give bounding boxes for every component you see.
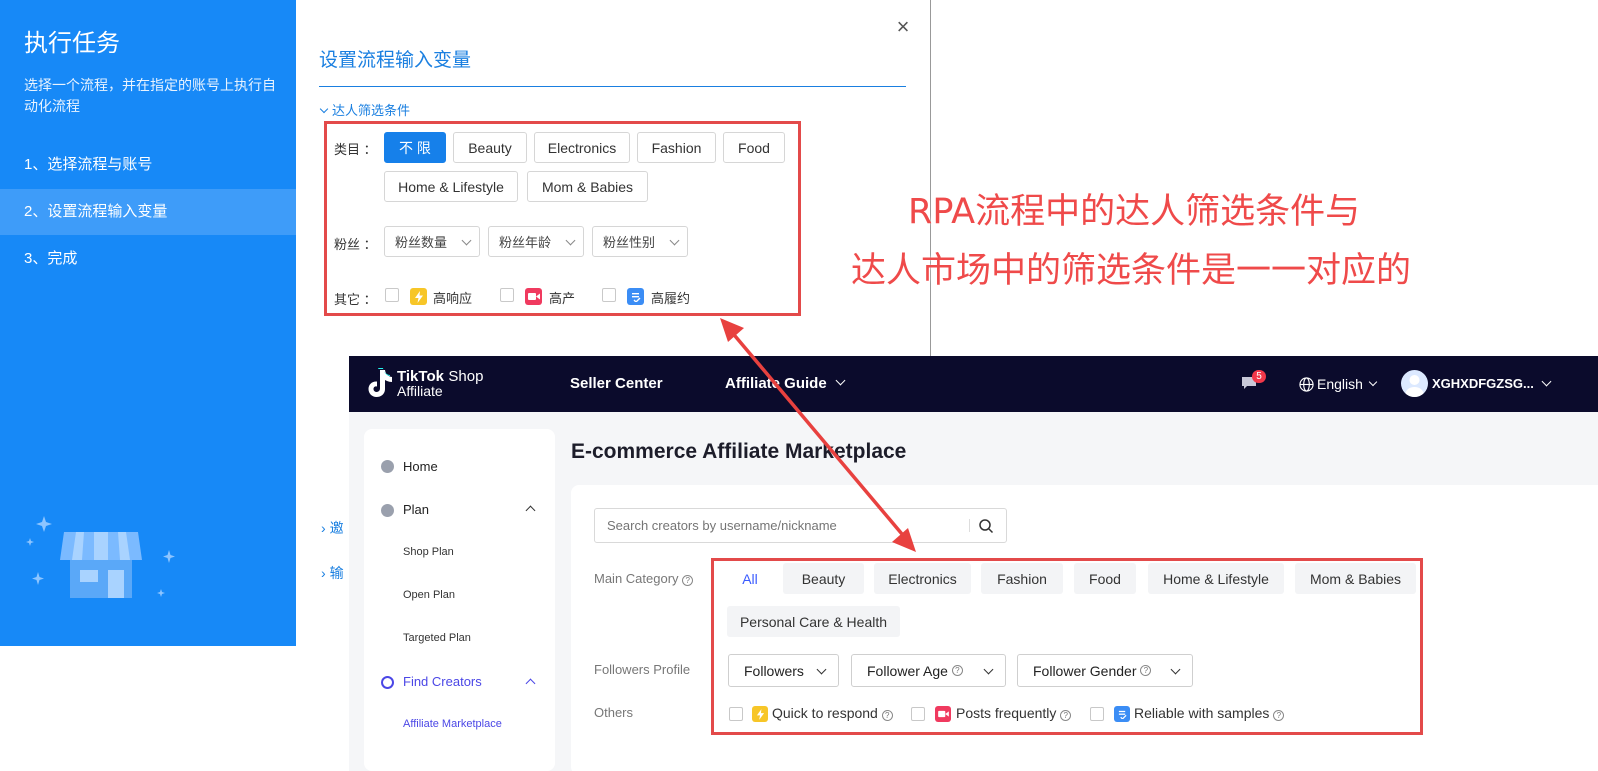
sidebar-item-targeted-plan[interactable]: Targeted Plan bbox=[403, 632, 471, 644]
tiktok-affiliate-window: TikTok Shop Affiliate Seller Center Affi… bbox=[349, 356, 1598, 771]
collapsed-section-label: 邀 bbox=[329, 520, 344, 536]
language-selector[interactable]: English bbox=[1299, 376, 1378, 392]
chevron-right-icon: › bbox=[321, 565, 326, 581]
close-icon[interactable]: × bbox=[893, 16, 913, 38]
sidebar-item-plan[interactable]: Plan bbox=[403, 502, 429, 517]
collapsed-section-label: 输 bbox=[329, 565, 344, 581]
avatar[interactable] bbox=[1401, 370, 1428, 397]
home-icon bbox=[381, 460, 394, 473]
tiktok-shop-affiliate-logo: TikTok Shop Affiliate bbox=[397, 368, 484, 399]
nav-affiliate-guide[interactable]: Affiliate Guide bbox=[725, 375, 846, 392]
notification-badge: 5 bbox=[1252, 370, 1266, 383]
wizard-title: 执行任务 bbox=[24, 30, 120, 57]
shop-illustration-icon bbox=[26, 516, 175, 598]
main-category-label-text: Main Category bbox=[594, 571, 679, 586]
nav-affiliate-guide-label: Affiliate Guide bbox=[725, 375, 827, 392]
sidebar-item-home[interactable]: Home bbox=[403, 459, 438, 474]
top-navbar: TikTok Shop Affiliate Seller Center Affi… bbox=[349, 356, 1598, 412]
chevron-down-icon[interactable] bbox=[1541, 376, 1552, 387]
sidebar-item-open-plan[interactable]: Open Plan bbox=[403, 589, 455, 601]
chevron-down-icon bbox=[1368, 377, 1378, 387]
page-title: E-commerce Affiliate Marketplace bbox=[571, 440, 907, 463]
highlight-box-dialog bbox=[324, 121, 801, 316]
others-label: Others bbox=[594, 705, 634, 720]
wizard-step-3[interactable]: 3、完成 bbox=[0, 236, 296, 282]
logo-affiliate: Affiliate bbox=[397, 383, 443, 399]
globe-icon bbox=[1299, 376, 1314, 392]
nav-seller-center[interactable]: Seller Center bbox=[570, 375, 663, 392]
sidebar-item-find-creators[interactable]: Find Creators bbox=[403, 674, 482, 689]
annotation-line-1: RPA流程中的达人筛选条件与 bbox=[908, 192, 1361, 232]
chevron-right-icon: › bbox=[321, 520, 326, 536]
main-category-label: Main Category ? bbox=[594, 571, 694, 586]
title-underline bbox=[319, 86, 906, 87]
help-icon: ? bbox=[682, 575, 694, 586]
chevron-down-icon bbox=[319, 104, 329, 114]
wizard-step-1[interactable]: 1、选择流程与账号 bbox=[0, 142, 296, 188]
wizard-sidebar: 执行任务 选择一个流程，并在指定的账号上执行自动化流程 1、选择流程与账号 2、… bbox=[0, 0, 296, 646]
left-sidebar: Home Plan Shop Plan Open Plan Targeted P… bbox=[364, 429, 555, 771]
collapsed-section-1[interactable]: › 邀 bbox=[321, 518, 344, 538]
wizard-description: 选择一个流程，并在指定的账号上执行自动化流程 bbox=[24, 77, 276, 114]
sidebar-item-shop-plan[interactable]: Shop Plan bbox=[403, 546, 454, 558]
search-icon[interactable] bbox=[978, 518, 994, 534]
chevron-down-icon bbox=[835, 375, 846, 386]
language-value: English bbox=[1317, 376, 1363, 392]
annotation-line-2: 达人市场中的筛选条件是一一对应的 bbox=[851, 251, 1412, 291]
tiktok-logo-icon bbox=[368, 368, 392, 397]
dialog-title: 设置流程输入变量 bbox=[319, 50, 472, 71]
section-label: 达人筛选条件 bbox=[332, 103, 411, 118]
wizard-step-2[interactable]: 2、设置流程输入变量 bbox=[0, 189, 296, 235]
logo-shop: Shop bbox=[448, 368, 484, 385]
sidebar-item-affiliate-marketplace[interactable]: Affiliate Marketplace bbox=[403, 718, 502, 730]
collapsed-section-2[interactable]: › 输 bbox=[321, 563, 344, 583]
chevron-up-icon[interactable] bbox=[525, 678, 536, 689]
section-toggle[interactable]: 达人筛选条件 bbox=[319, 100, 410, 119]
search-icon bbox=[381, 676, 394, 689]
search-divider bbox=[969, 519, 970, 532]
plan-icon bbox=[381, 504, 394, 517]
search-input[interactable] bbox=[594, 508, 1007, 543]
highlight-box-tiktok bbox=[711, 558, 1423, 735]
chevron-up-icon[interactable] bbox=[525, 505, 536, 516]
followers-profile-label: Followers Profile bbox=[594, 662, 691, 677]
account-name[interactable]: XGHXDFGZSG... bbox=[1432, 376, 1534, 391]
